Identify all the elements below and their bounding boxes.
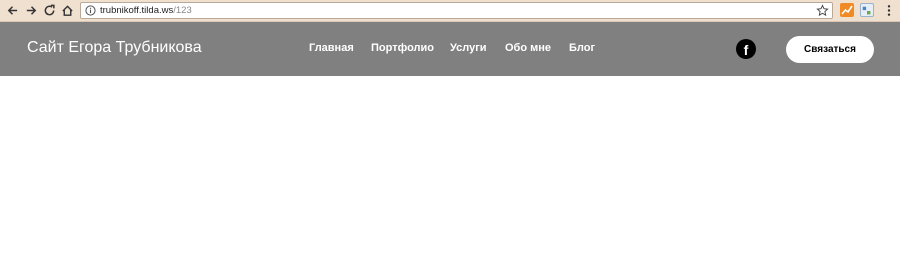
nav-link-home[interactable]: Главная bbox=[309, 42, 354, 54]
site-header: Сайт Егора Трубникова Главная Портфолио … bbox=[0, 22, 900, 76]
info-icon[interactable] bbox=[85, 5, 96, 16]
menu-icon[interactable] bbox=[884, 3, 894, 18]
reload-icon[interactable] bbox=[41, 2, 57, 18]
extension-icon[interactable] bbox=[840, 3, 854, 17]
facebook-icon[interactable]: f bbox=[736, 39, 756, 59]
star-icon[interactable] bbox=[816, 4, 829, 17]
home-icon[interactable] bbox=[59, 2, 75, 18]
url-text: trubnikoff.tilda.ws/123 bbox=[100, 5, 192, 16]
nav-link-about[interactable]: Обо мне bbox=[505, 42, 551, 54]
back-icon[interactable] bbox=[4, 2, 20, 18]
url-host: trubnikoff.tilda.ws bbox=[100, 5, 174, 16]
nav-link-blog[interactable]: Блог bbox=[569, 42, 595, 54]
url-path: /123 bbox=[173, 5, 192, 16]
site-title[interactable]: Сайт Егора Трубникова bbox=[27, 39, 202, 57]
address-bar[interactable]: trubnikoff.tilda.ws/123 bbox=[80, 2, 833, 19]
page-content bbox=[0, 76, 900, 262]
extension-icon[interactable] bbox=[860, 3, 874, 17]
nav-link-services[interactable]: Услуги bbox=[450, 42, 487, 54]
forward-icon[interactable] bbox=[23, 2, 39, 18]
contact-button[interactable]: Связаться bbox=[786, 36, 874, 63]
nav-link-portfolio[interactable]: Портфолио bbox=[371, 42, 434, 54]
browser-toolbar: trubnikoff.tilda.ws/123 bbox=[0, 0, 900, 22]
facebook-letter: f bbox=[743, 42, 749, 58]
